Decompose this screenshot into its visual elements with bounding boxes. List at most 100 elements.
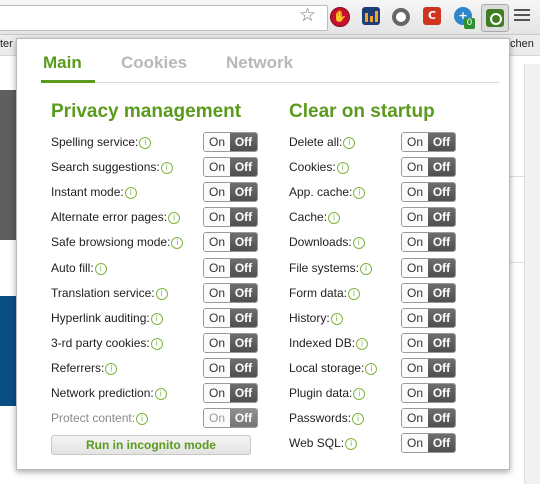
- toggle-off-option[interactable]: Off: [428, 158, 455, 177]
- toggle-on-option[interactable]: On: [204, 409, 230, 428]
- toggle-on-option[interactable]: On: [204, 183, 230, 202]
- toggle-off-option[interactable]: Off: [230, 308, 257, 327]
- toggle-on-option[interactable]: On: [204, 283, 230, 302]
- on-off-toggle[interactable]: On Off: [401, 257, 456, 278]
- info-icon[interactable]: i: [124, 187, 137, 200]
- toggle-on-option[interactable]: On: [402, 208, 428, 227]
- info-icon[interactable]: i: [155, 287, 168, 300]
- on-off-toggle[interactable]: On Off: [401, 282, 456, 303]
- toggle-on-option[interactable]: On: [204, 333, 230, 352]
- toggle-on-option[interactable]: On: [204, 133, 230, 151]
- on-off-toggle[interactable]: On Off: [401, 357, 456, 378]
- on-off-toggle[interactable]: On Off: [203, 257, 258, 278]
- on-off-toggle[interactable]: On Off: [203, 282, 258, 303]
- on-off-toggle[interactable]: On Off: [203, 307, 258, 328]
- toggle-on-option[interactable]: On: [204, 258, 230, 277]
- ring-extension-icon[interactable]: [392, 8, 410, 26]
- toggle-off-option[interactable]: Off: [428, 434, 455, 453]
- info-icon[interactable]: i: [139, 137, 152, 149]
- toggle-on-option[interactable]: On: [402, 158, 428, 177]
- page-scrollbar[interactable]: [524, 64, 540, 484]
- toggle-off-option[interactable]: Off: [428, 133, 455, 151]
- toggle-off-option[interactable]: Off: [428, 283, 455, 302]
- bookmark-star-icon[interactable]: ☆: [299, 6, 316, 26]
- info-icon[interactable]: i: [353, 187, 366, 200]
- on-off-toggle[interactable]: On Off: [401, 307, 456, 328]
- toggle-on-option[interactable]: On: [402, 384, 428, 402]
- info-icon[interactable]: i: [352, 413, 365, 426]
- info-icon[interactable]: i: [356, 337, 369, 350]
- bookmark-item[interactable]: chen: [510, 38, 534, 50]
- info-icon[interactable]: i: [353, 388, 366, 400]
- toggle-on-option[interactable]: On: [204, 308, 230, 327]
- info-icon[interactable]: i: [336, 162, 349, 175]
- toggle-off-option[interactable]: Off: [428, 409, 455, 428]
- toggle-off-option[interactable]: Off: [230, 158, 257, 177]
- info-icon[interactable]: i: [94, 262, 107, 275]
- toggle-off-option[interactable]: Off: [428, 333, 455, 352]
- toggle-on-option[interactable]: On: [204, 358, 230, 377]
- privacy-extension-icon[interactable]: [481, 4, 509, 32]
- toggle-on-option[interactable]: On: [204, 384, 230, 402]
- on-off-toggle[interactable]: On Off: [203, 383, 258, 403]
- info-icon[interactable]: i: [150, 337, 163, 350]
- info-icon[interactable]: i: [168, 212, 181, 225]
- on-off-toggle[interactable]: On Off: [203, 182, 258, 203]
- toggle-off-option[interactable]: Off: [230, 283, 257, 302]
- info-icon[interactable]: i: [360, 262, 373, 275]
- info-icon[interactable]: i: [136, 413, 149, 426]
- toggle-off-option[interactable]: Off: [428, 358, 455, 377]
- toggle-off-option[interactable]: Off: [428, 183, 455, 202]
- toggle-off-option[interactable]: Off: [230, 233, 257, 252]
- on-off-toggle[interactable]: On Off: [401, 132, 456, 152]
- tab-network[interactable]: Network: [226, 53, 293, 73]
- toggle-on-option[interactable]: On: [204, 158, 230, 177]
- on-off-toggle[interactable]: On Off: [203, 157, 258, 178]
- tab-cookies[interactable]: Cookies: [121, 53, 187, 73]
- chrome-menu-icon[interactable]: [514, 9, 530, 24]
- on-off-toggle[interactable]: On Off: [203, 408, 258, 429]
- on-off-toggle[interactable]: On Off: [401, 332, 456, 353]
- toggle-on-option[interactable]: On: [402, 358, 428, 377]
- toggle-on-option[interactable]: On: [402, 133, 428, 151]
- on-off-toggle[interactable]: On Off: [401, 232, 456, 253]
- address-bar[interactable]: [0, 5, 328, 31]
- info-icon[interactable]: i: [150, 312, 163, 325]
- info-icon[interactable]: i: [171, 237, 184, 250]
- toggle-off-option[interactable]: Off: [428, 384, 455, 402]
- toggle-on-option[interactable]: On: [204, 208, 230, 227]
- toggle-off-option[interactable]: Off: [428, 308, 455, 327]
- on-off-toggle[interactable]: On Off: [203, 132, 258, 152]
- toggle-on-option[interactable]: On: [402, 183, 428, 202]
- toggle-off-option[interactable]: Off: [428, 258, 455, 277]
- toggle-off-option[interactable]: Off: [230, 258, 257, 277]
- info-icon[interactable]: i: [352, 237, 365, 250]
- on-off-toggle[interactable]: On Off: [203, 207, 258, 228]
- info-icon[interactable]: i: [365, 362, 378, 375]
- tab-main[interactable]: Main: [43, 53, 82, 73]
- c-extension-icon[interactable]: C: [423, 7, 441, 25]
- info-icon[interactable]: i: [154, 388, 167, 400]
- toggle-off-option[interactable]: Off: [230, 208, 257, 227]
- toggle-off-option[interactable]: Off: [230, 409, 257, 428]
- chart-extension-icon[interactable]: [362, 7, 380, 25]
- toggle-on-option[interactable]: On: [402, 283, 428, 302]
- info-icon[interactable]: i: [343, 137, 356, 149]
- toggle-off-option[interactable]: Off: [428, 233, 455, 252]
- toggle-on-option[interactable]: On: [402, 258, 428, 277]
- on-off-toggle[interactable]: On Off: [203, 332, 258, 353]
- toggle-off-option[interactable]: Off: [428, 208, 455, 227]
- toggle-on-option[interactable]: On: [402, 409, 428, 428]
- on-off-toggle[interactable]: On Off: [203, 357, 258, 378]
- info-icon[interactable]: i: [160, 162, 173, 175]
- run-incognito-button[interactable]: Run in incognito mode: [51, 435, 251, 455]
- toggle-on-option[interactable]: On: [204, 233, 230, 252]
- toggle-off-option[interactable]: Off: [230, 183, 257, 202]
- toggle-on-option[interactable]: On: [402, 308, 428, 327]
- toggle-on-option[interactable]: On: [402, 233, 428, 252]
- on-off-toggle[interactable]: On Off: [401, 408, 456, 429]
- toggle-off-option[interactable]: Off: [230, 133, 257, 151]
- toggle-off-option[interactable]: Off: [230, 358, 257, 377]
- info-icon[interactable]: i: [330, 312, 343, 325]
- on-off-toggle[interactable]: On Off: [401, 182, 456, 203]
